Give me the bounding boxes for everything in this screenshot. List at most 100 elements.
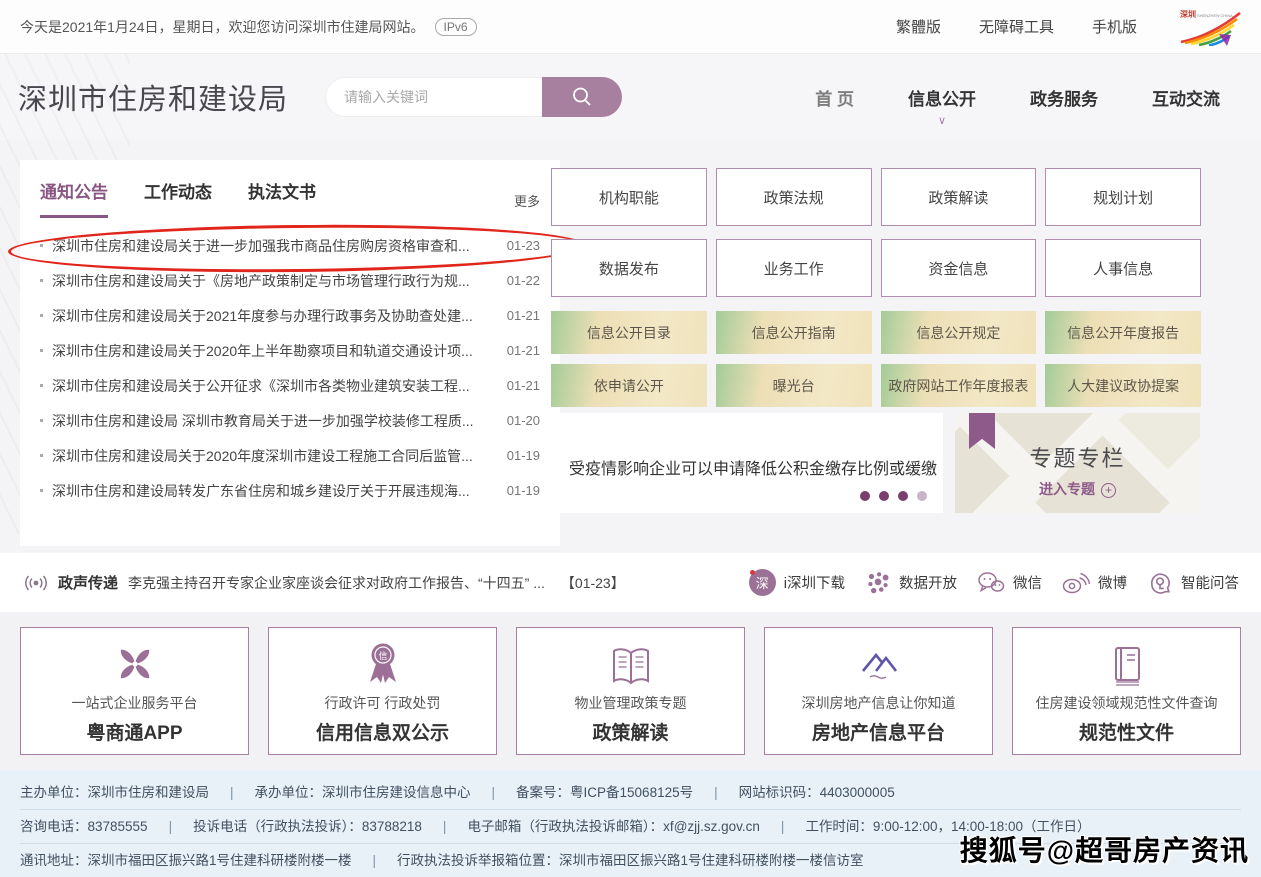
news-tab[interactable]: 通知公告 [40,178,108,218]
search-button[interactable] [542,77,622,117]
news-item[interactable]: 深圳市住房和建设局转发广东省住房和城乡建设厅关于开展违规海... 01-19 [40,473,540,508]
quicklink-button[interactable]: 曝光台 [716,364,872,407]
header: 深圳市住房和建设局 首 页∨ 信息公开∨ 政务服务∨ 互动交流∨ [0,54,1261,140]
ticker-label: 政声传递 [58,572,118,593]
quicklink-button[interactable]: 依申请公开 [551,364,707,407]
footer-text: 备案号：粤ICP备15068125号 [471,785,694,800]
carousel-dot[interactable] [898,491,908,501]
quicklink-button[interactable]: 信息公开规定 [881,311,1037,354]
shenzhen-rainbow-bird-logo[interactable]: 深圳 SHENZHEN·CHINA [1179,8,1241,46]
quicklink-button[interactable]: 信息公开年度报告 [1045,311,1201,354]
carousel-headline[interactable]: 受疫情影响企业可以申请降低公积金缴存比例或缓缴 [569,455,937,479]
enter-topics-link[interactable]: 进入专题+ [955,479,1200,499]
news-item[interactable]: 深圳市住房和建设局关于2020年度深圳市建设工程施工合同后监管... 01-19 [40,438,540,473]
ipv6-badge[interactable]: IPv6 [435,18,477,36]
topbar-link[interactable]: 手机版 [1092,16,1137,37]
flower-icon [111,640,159,688]
svg-text:信: 信 [378,650,387,661]
news-item-date: 01-20 [507,413,540,428]
bullet-icon [40,454,43,457]
nav-interaction-label: 互动交流 [1152,85,1220,110]
card-subtitle: 行政许可 行政处罚 [325,693,441,713]
service-label: i深圳下载 [784,572,845,593]
news-item-title[interactable]: 深圳市住房和建设局关于《房地产政策制定与市场管理行政行为规... [52,271,497,291]
service-shortcuts: 深 i深圳下载 数据开放 微信 [749,569,1239,596]
footer-text: 通讯地址：深圳市福田区振兴路1号住建科研楼附楼一楼 [20,853,352,868]
quicklink-button[interactable]: 政策解读 [881,168,1037,226]
quicklink-button[interactable]: 数据发布 [551,239,707,297]
news-item-title[interactable]: 深圳市住房和建设局关于2020年上半年勘察项目和轨道交通设计项... [52,341,497,361]
news-item-title[interactable]: 深圳市住房和建设局 深圳市教育局关于进一步加强学校装修工程质... [52,411,497,431]
card-subtitle: 物业管理政策专题 [575,693,687,713]
service-label: 智能问答 [1181,572,1239,593]
news-tab[interactable]: 执法文书 [248,178,316,218]
quicklink-button[interactable]: 信息公开指南 [716,311,872,354]
card-credit-disclosure[interactable]: 信 行政许可 行政处罚 信用信息双公示 [268,627,497,755]
i-shenzhen-app-icon: 深 [749,569,776,596]
service-smart-qa[interactable]: 智能问答 [1147,570,1239,596]
carousel-dot[interactable] [917,491,927,501]
bullet-icon [40,279,43,282]
nav-interaction[interactable]: 互动交流∨ [1125,54,1247,140]
search-input[interactable] [325,77,542,117]
news-item-title[interactable]: 深圳市住房和建设局关于公开征求《深圳市各类物业建筑安装工程... [52,376,497,396]
footer: 主办单位：深圳市住房和建设局承办单位：深圳市住房建设信息中心备案号：粤ICP备1… [0,770,1261,877]
quicklink-button[interactable]: 政策法规 [716,168,872,226]
nav-home[interactable]: 首 页∨ [788,54,881,140]
service-weibo[interactable]: 微博 [1062,571,1127,594]
nav-gov-services[interactable]: 政务服务∨ [1003,54,1125,140]
quicklink-button[interactable]: 机构职能 [551,168,707,226]
quicklink-button[interactable]: 规划计划 [1045,168,1201,226]
news-item[interactable]: 深圳市住房和建设局关于进一步加强我市商品住房购房资格审查和... 01-23 [40,228,540,263]
news-item-date: 01-21 [507,308,540,323]
special-topics-title: 专题专栏 [955,441,1200,473]
news-item[interactable]: 深圳市住房和建设局关于《房地产政策制定与市场管理行政行为规... 01-22 [40,263,540,298]
card-policy-interpretation[interactable]: 物业管理政策专题 政策解读 [516,627,745,755]
nav-info-label: 信息公开 [908,85,976,110]
service-wechat[interactable]: 微信 [977,571,1042,594]
topbar-links: 繁體版 无障碍工具 手机版 [896,16,1137,37]
quicklink-button[interactable]: 业务工作 [716,239,872,297]
service-label: 微博 [1098,572,1127,593]
ticker-headline[interactable]: 李克强主持召开专家企业家座谈会征求对政府工作报告、“十四五” ... [128,573,545,593]
service-ishenzhen-download[interactable]: 深 i深圳下载 [749,569,845,596]
news-item[interactable]: 深圳市住房和建设局关于2020年上半年勘察项目和轨道交通设计项... 01-21 [40,333,540,368]
card-yueshangtong-app[interactable]: 一站式企业服务平台 粤商通APP [20,627,249,755]
news-item[interactable]: 深圳市住房和建设局 深圳市教育局关于进一步加强学校装修工程质... 01-20 [40,403,540,438]
quicklink-button[interactable]: 资金信息 [881,239,1037,297]
news-tab[interactable]: 工作动态 [144,178,212,218]
card-subtitle: 深圳房地产信息让你知道 [802,693,956,713]
news-item-title[interactable]: 深圳市住房和建设局关于2020年度深圳市建设工程施工合同后监管... [52,446,497,466]
smart-qa-icon [1147,570,1173,596]
special-topics-card[interactable]: 专题专栏 进入专题+ [955,413,1200,513]
topbar-link[interactable]: 繁體版 [896,16,941,37]
more-link[interactable]: 更多 [514,191,540,218]
quicklink-button[interactable]: 人事信息 [1045,239,1201,297]
service-data-open[interactable]: 数据开放 [865,570,957,596]
search-bar [325,77,622,117]
notice-carousel[interactable]: 受疫情影响企业可以申请降低公积金缴存比例或缓缴 [551,413,943,513]
carousel-dot[interactable] [879,491,889,501]
quicklink-button[interactable]: 政府网站工作年度报表 [881,364,1037,407]
main-section: 通知公告工作动态执法文书 更多 深圳市住房和建设局关于进一步加强我市商品住房购房… [0,140,1261,553]
circle-plus-icon: + [1101,483,1116,498]
card-normative-documents[interactable]: 住房建设领域规范性文件查询 规范性文件 [1012,627,1241,755]
card-real-estate-platform[interactable]: 深圳房地产信息让你知道 房地产信息平台 [764,627,993,755]
footer-row-2: 咨询电话：83785555投诉电话（行政执法投诉）：83788218电子邮箱（行… [20,809,1241,843]
credit-medal-icon: 信 [359,640,407,688]
news-item[interactable]: 深圳市住房和建设局关于公开征求《深圳市各类物业建筑安装工程... 01-21 [40,368,540,403]
nav-info-disclosure[interactable]: 信息公开∨ [881,54,1003,140]
news-item-title[interactable]: 深圳市住房和建设局关于2021年度参与办理行政事务及协助查处建... [52,306,497,326]
news-item-title[interactable]: 深圳市住房和建设局转发广东省住房和城乡建设厅关于开展违规海... [52,481,497,501]
service-label: 微信 [1013,572,1042,593]
open-book-icon [607,644,655,688]
news-item-title[interactable]: 深圳市住房和建设局关于进一步加强我市商品住房购房资格审查和... [52,236,497,256]
footer-text: 咨询电话：83785555 [20,819,148,834]
nav-home-label: 首 页 [815,85,854,110]
news-item[interactable]: 深圳市住房和建设局关于2021年度参与办理行政事务及协助查处建... 01-21 [40,298,540,333]
quicklink-button[interactable]: 信息公开目录 [551,311,707,354]
topbar-link[interactable]: 无障碍工具 [979,16,1054,37]
carousel-dot[interactable] [860,491,870,501]
quicklink-button[interactable]: 人大建议政协提案 [1045,364,1201,407]
news-tabs: 通知公告工作动态执法文书 更多 [40,178,540,218]
